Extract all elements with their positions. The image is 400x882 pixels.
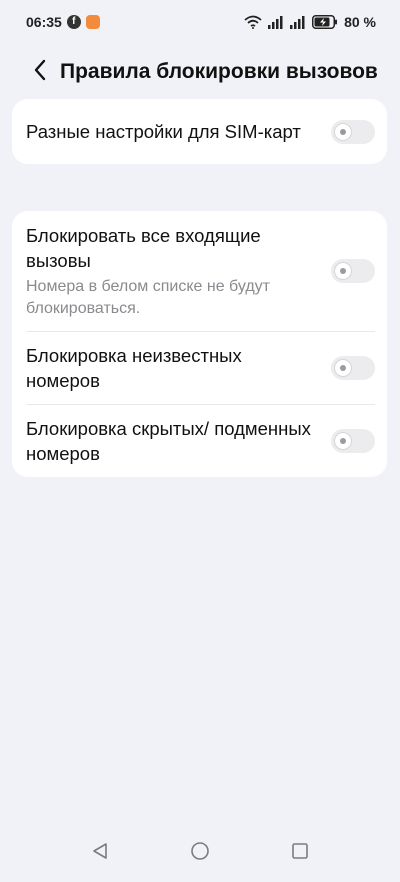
- battery-charging-icon: [312, 15, 338, 29]
- facebook-icon: f: [66, 15, 81, 29]
- block-all-incoming-label: Блокировать все входящие вызовы: [26, 224, 261, 271]
- sim-settings-label: Разные настройки для SIM-карт: [26, 121, 301, 142]
- toggle-knob: [335, 360, 351, 376]
- block-unknown-text: Блокировка неизвестных номеров: [26, 343, 331, 393]
- nav-home-button[interactable]: [183, 836, 217, 870]
- sim-settings-toggle[interactable]: [331, 119, 375, 144]
- signal-sim2-icon: [290, 15, 306, 29]
- sim-settings-text: Разные настройки для SIM-карт: [26, 119, 331, 144]
- battery-percent: 80 %: [344, 14, 376, 30]
- block-hidden-label: Блокировка скрытых/ подменных номеров: [26, 418, 311, 464]
- block-unknown-label: Блокировка неизвестных номеров: [26, 345, 242, 391]
- block-settings-card: Блокировать все входящие вызовы Номера в…: [12, 211, 387, 477]
- block-unknown-row[interactable]: Блокировка неизвестных номеров: [12, 332, 387, 404]
- nav-back-button[interactable]: [83, 836, 117, 870]
- wifi-icon: [244, 15, 262, 29]
- block-all-incoming-text: Блокировать все входящие вызовы Номера в…: [26, 223, 331, 320]
- status-bar: 06:35 f 80 %: [0, 0, 400, 44]
- back-triangle-icon: [91, 842, 109, 865]
- block-unknown-toggle[interactable]: [331, 356, 375, 380]
- status-left: 06:35 f: [26, 14, 100, 30]
- block-all-incoming-description: Номера в белом списке не будут блокирова…: [26, 277, 270, 317]
- navigation-bar: [0, 824, 400, 882]
- nav-recents-button[interactable]: [283, 836, 317, 870]
- block-hidden-toggle[interactable]: [331, 429, 375, 453]
- home-circle-icon: [190, 841, 210, 866]
- back-arrow-icon: [33, 59, 47, 86]
- page-title: Правила блокировки вызовов: [60, 60, 378, 83]
- sim-settings-row[interactable]: Разные настройки для SIM-карт: [12, 99, 387, 164]
- block-all-incoming-toggle[interactable]: [331, 259, 375, 283]
- back-button[interactable]: [20, 52, 60, 92]
- block-hidden-text: Блокировка скрытых/ подменных номеров: [26, 416, 331, 466]
- toggle-knob: [335, 433, 351, 449]
- block-hidden-row[interactable]: Блокировка скрытых/ подменных номеров: [12, 405, 387, 477]
- block-all-incoming-row[interactable]: Блокировать все входящие вызовы Номера в…: [12, 211, 387, 331]
- recents-square-icon: [291, 842, 309, 865]
- toggle-knob: [335, 263, 351, 279]
- signal-sim1-icon: [268, 15, 284, 29]
- header: Правила блокировки вызовов: [0, 52, 400, 92]
- status-right: 80 %: [244, 14, 376, 30]
- status-time: 06:35: [26, 14, 62, 30]
- toggle-knob: [335, 123, 351, 140]
- sim-settings-card: Разные настройки для SIM-карт: [12, 99, 387, 164]
- app-notification-icon: [85, 15, 100, 29]
